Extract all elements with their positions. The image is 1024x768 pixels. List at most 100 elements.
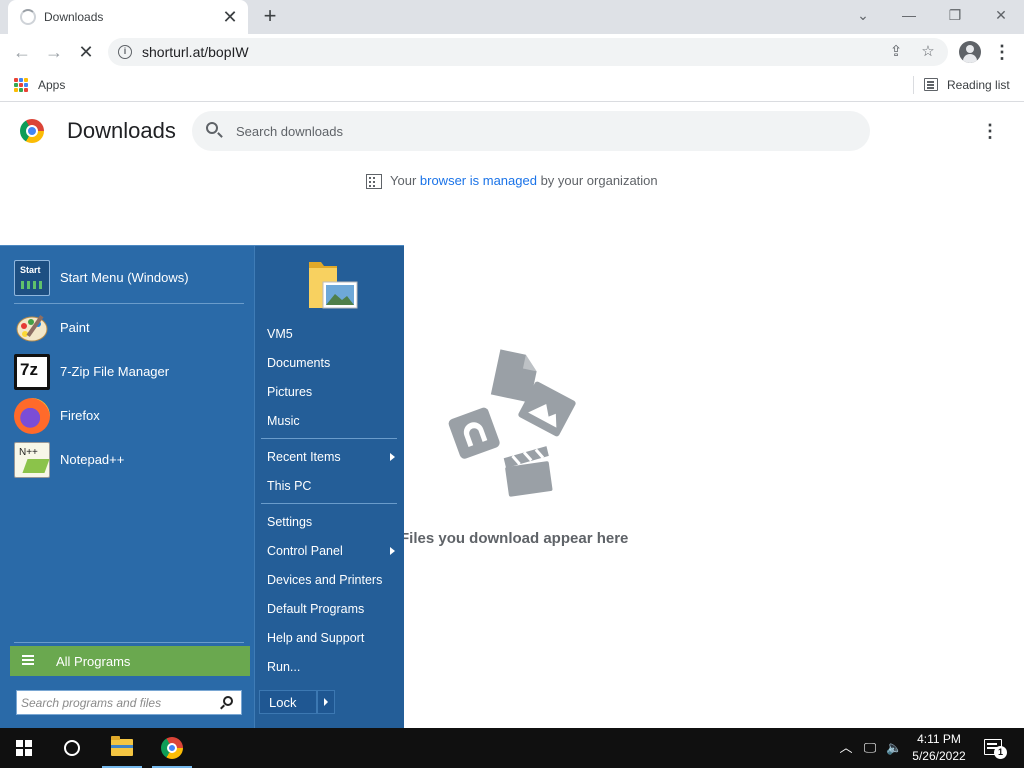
link-label: Control Panel — [267, 544, 343, 558]
start-menu-places-pane: VM5 Documents Pictures Music Recent Item… — [254, 246, 404, 729]
all-programs-button[interactable]: All Programs — [10, 646, 250, 676]
link-run[interactable]: Run... — [267, 655, 399, 679]
lock-button[interactable]: Lock — [259, 690, 317, 714]
link-label: Help and Support — [267, 631, 365, 645]
search-programs-input[interactable] — [21, 694, 211, 712]
minimize-button[interactable]: — — [896, 4, 922, 26]
share-icon[interactable]: ⇪ — [886, 42, 906, 62]
search-button[interactable] — [48, 728, 96, 768]
pinned-paint[interactable]: Paint — [12, 308, 248, 348]
link-pictures[interactable]: Pictures — [267, 380, 399, 404]
empty-downloads-illustration — [448, 349, 576, 497]
tab-search-icon[interactable]: ⌄ — [850, 4, 876, 26]
managed-prefix: Your — [390, 173, 420, 188]
search-icon[interactable] — [223, 696, 233, 706]
lock-label: Lock — [269, 695, 297, 710]
close-window-button[interactable]: ✕ — [988, 4, 1014, 26]
link-vm5[interactable]: VM5 — [267, 322, 399, 346]
firefox-icon — [14, 398, 50, 434]
network-icon[interactable]: 🖵 — [862, 740, 878, 756]
start-menu-divider — [14, 303, 244, 304]
pinned-7zip[interactable]: 7z 7-Zip File Manager — [12, 352, 248, 392]
cortana-circle-icon — [64, 740, 80, 756]
volume-icon[interactable]: 🔈 — [886, 740, 902, 756]
clock-time: 4:11 PM — [917, 732, 961, 746]
pin-label: 7-Zip File Manager — [60, 364, 170, 379]
clock-date: 5/26/2022 — [912, 749, 966, 763]
shutdown-options-arrow-icon[interactable] — [317, 690, 335, 714]
reading-list-button[interactable]: Reading list — [947, 78, 1010, 92]
link-documents[interactable]: Documents — [267, 351, 399, 375]
managed-link[interactable]: browser is managed — [420, 173, 537, 188]
start-tile-text: Start — [20, 265, 41, 275]
show-hidden-icons-chevron-icon[interactable]: ︿ — [838, 740, 854, 756]
taskbar-file-explorer[interactable] — [98, 728, 146, 768]
site-info-icon[interactable]: i — [118, 45, 132, 59]
start-menu-search[interactable] — [16, 690, 242, 715]
link-label: This PC — [267, 479, 312, 493]
chrome-logo-icon — [20, 119, 44, 143]
forward-button[interactable]: → — [42, 40, 66, 64]
start-menu-divider — [261, 503, 397, 504]
tab-strip: Downloads ✕ + ⌄ — ❐ ✕ — [0, 0, 1024, 34]
managed-notice: Your browser is managed by your organiza… — [366, 173, 658, 190]
link-this-pc[interactable]: This PC — [267, 474, 399, 498]
downloads-menu-icon[interactable]: ⋮ — [980, 119, 1000, 143]
start-button[interactable] — [0, 728, 48, 768]
start-menu-divider — [261, 438, 397, 439]
link-recent-items[interactable]: Recent Items — [267, 445, 399, 469]
submenu-arrow-icon — [390, 547, 395, 555]
video-icon — [503, 446, 553, 497]
chrome-icon — [161, 737, 183, 759]
start-menu-divider — [14, 642, 244, 643]
apps-bookmark[interactable]: Apps — [38, 78, 65, 92]
file-explorer-icon — [111, 736, 133, 756]
address-bar[interactable]: i shorturl.at/bopIW ⇪ ☆ — [108, 38, 948, 66]
restore-button[interactable]: ❐ — [942, 4, 968, 26]
apps-grid-icon[interactable] — [14, 78, 28, 92]
link-help-and-support[interactable]: Help and Support — [267, 626, 399, 650]
pinned-start-menu-windows[interactable]: Start Start Menu (Windows) — [12, 258, 248, 298]
downloads-search[interactable] — [192, 111, 870, 151]
link-settings[interactable]: Settings — [267, 510, 399, 534]
link-label: Pictures — [267, 385, 313, 399]
pin-label: Start Menu (Windows) — [60, 270, 189, 285]
submenu-arrow-icon — [390, 453, 395, 461]
managed-suffix: by your organization — [536, 173, 658, 188]
link-label: Default Programs — [267, 602, 365, 616]
list-icon — [22, 655, 34, 667]
taskbar: ︿ 🖵 🔈 4:11 PM 5/26/2022 1 — [0, 728, 1024, 768]
taskbar-clock[interactable]: 4:11 PM 5/26/2022 — [906, 731, 972, 765]
reading-list-icon[interactable] — [924, 78, 938, 91]
notepadpp-icon: N++ — [14, 442, 50, 478]
tab-close-button[interactable]: ✕ — [220, 7, 240, 27]
link-label: Settings — [267, 515, 313, 529]
link-music[interactable]: Music — [267, 409, 399, 433]
tab-title: Downloads — [44, 10, 104, 24]
building-icon — [366, 174, 382, 190]
stop-loading-button[interactable]: ✕ — [74, 40, 98, 64]
taskbar-chrome[interactable] — [148, 728, 196, 768]
browser-toolbar: ← → ✕ i shorturl.at/bopIW ⇪ ☆ ⋮ — [0, 34, 1024, 70]
tab-downloads[interactable]: Downloads ✕ — [8, 0, 248, 34]
search-downloads-input[interactable] — [236, 121, 836, 141]
link-control-panel[interactable]: Control Panel — [267, 539, 399, 563]
bookmark-star-icon[interactable]: ☆ — [918, 42, 938, 62]
link-label: Recent Items — [267, 450, 341, 464]
pinned-notepadpp[interactable]: N++ Notepad++ — [12, 440, 248, 480]
empty-downloads-message: Files you download appear here — [400, 530, 629, 547]
bookmarks-divider — [913, 76, 914, 94]
start-menu-programs-pane: Start Start Menu (Windows) Paint 7z 7-Zi… — [0, 246, 254, 729]
browser-menu-icon[interactable]: ⋮ — [992, 40, 1012, 64]
link-devices-and-printers[interactable]: Devices and Printers — [267, 568, 399, 592]
user-folder-icon[interactable] — [307, 258, 359, 314]
link-label: VM5 — [267, 327, 293, 341]
page-title: Downloads — [67, 118, 176, 143]
notification-count-badge: 1 — [994, 746, 1007, 759]
new-tab-button[interactable]: + — [258, 5, 282, 29]
search-icon — [206, 122, 218, 134]
link-default-programs[interactable]: Default Programs — [267, 597, 399, 621]
back-button[interactable]: ← — [10, 40, 34, 64]
pinned-firefox[interactable]: Firefox — [12, 396, 248, 436]
profile-avatar-icon[interactable] — [959, 41, 981, 63]
